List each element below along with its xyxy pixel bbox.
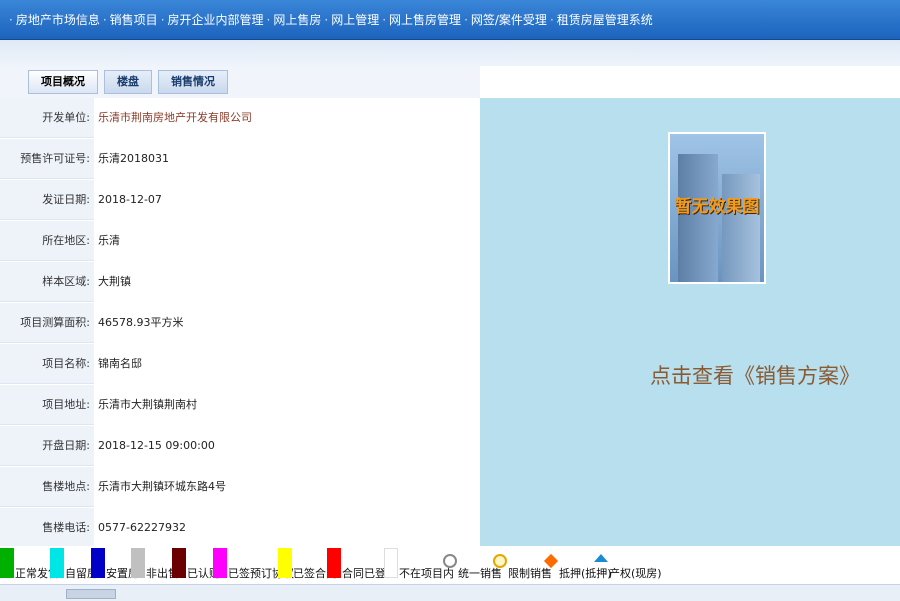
info-value: 乐清市大荆镇环城东路4号 — [98, 480, 226, 493]
nav-item-online-sales-management[interactable]: 网上售房管理 — [389, 11, 461, 28]
info-label: 预售许可证号: — [0, 139, 94, 179]
info-label: 开盘日期: — [0, 426, 94, 466]
project-info-table: 开发单位: 乐清市荆南房地产开发有限公司 预售许可证号: 乐清2018031 发… — [0, 98, 480, 549]
nav-separator: · — [324, 12, 329, 27]
nav-item-developer-internal[interactable]: 房开企业内部管理 — [168, 11, 264, 28]
info-label: 开发单位: — [0, 98, 94, 138]
legend-label: 产权(现房) — [609, 567, 662, 580]
info-label: 售楼电话: — [0, 508, 94, 548]
info-value: 乐清2018031 — [98, 152, 169, 165]
info-value: 锦南名邸 — [98, 357, 142, 370]
scrollbar-thumb[interactable] — [66, 589, 116, 599]
info-value: 2018-12-07 — [98, 193, 162, 206]
info-label: 样本区域: — [0, 262, 94, 302]
info-row-developer: 开发单位: 乐清市荆南房地产开发有限公司 — [0, 98, 480, 139]
nav-item-market-info[interactable]: 房地产市场信息 — [16, 11, 100, 28]
nav-separator: · — [266, 12, 271, 27]
info-label: 项目测算面积: — [0, 303, 94, 343]
no-rendering-caption: 暂无效果图 — [674, 197, 760, 217]
info-row-presale-permit: 预售许可证号: 乐清2018031 — [0, 139, 480, 180]
status-legend: 正常发售 自留房 安置房 非出售 已认购 已签预订协议 已签合同 合同已登记 不… — [0, 546, 900, 584]
nav-separator: · — [382, 12, 387, 27]
info-value: 0577-62227932 — [98, 521, 186, 534]
info-value: 大荆镇 — [98, 275, 131, 288]
legend-swatch — [131, 548, 145, 578]
project-tab-bar: 项目概况 楼盘 销售情况 — [0, 66, 480, 98]
info-label: 项目地址: — [0, 385, 94, 425]
tab-buildings[interactable]: 楼盘 — [104, 70, 152, 94]
legend-label: 限制销售 — [508, 567, 552, 580]
nav-separator: · — [549, 12, 554, 27]
view-sales-plan-link[interactable]: 点击查看《销售方案》 — [650, 360, 860, 390]
nav-separator: · — [9, 12, 13, 27]
nav-item-rental-management[interactable]: 租赁房屋管理系统 — [557, 11, 653, 28]
nav-item-online-management[interactable]: 网上管理 — [331, 11, 379, 28]
legend-swatch — [384, 548, 398, 578]
legend-swatch — [50, 548, 64, 578]
legend-swatch — [91, 548, 105, 578]
nav-item-sales-projects[interactable]: 销售项目 — [110, 11, 158, 28]
info-value: 乐清市荆南房地产开发有限公司 — [98, 111, 252, 124]
info-value: 乐清 — [98, 234, 120, 247]
info-row-sales-phone: 售楼电话: 0577-62227932 — [0, 508, 480, 549]
info-row-measured-area: 项目测算面积: 46578.93平方米 — [0, 303, 480, 344]
info-label: 售楼地点: — [0, 467, 94, 507]
top-navigation-bar: · 房地产市场信息 · 销售项目 · 房开企业内部管理 · 网上售房 · 网上管… — [0, 0, 900, 40]
nav-separator: · — [464, 12, 468, 27]
legend-swatch — [213, 548, 227, 578]
tab-sales-status[interactable]: 销售情况 — [158, 70, 228, 94]
building-shape — [678, 154, 718, 282]
info-row-project-name: 项目名称: 锦南名邸 — [0, 344, 480, 385]
circle-minus-icon — [493, 554, 507, 568]
house-icon — [594, 554, 608, 562]
nav-item-online-sales[interactable]: 网上售房 — [273, 11, 321, 28]
legend-label: 统一销售 — [458, 567, 502, 580]
info-row-opening-date: 开盘日期: 2018-12-15 09:00:00 — [0, 426, 480, 467]
info-row-project-address: 项目地址: 乐清市大荆镇荆南村 — [0, 385, 480, 426]
info-row-region: 所在地区: 乐清 — [0, 221, 480, 262]
legend-label: 抵押(抵押) — [559, 567, 612, 580]
header-spacer — [0, 40, 900, 66]
info-label: 项目名称: — [0, 344, 94, 384]
info-label: 所在地区: — [0, 221, 94, 261]
building-shape — [722, 174, 760, 282]
nav-separator: · — [102, 12, 107, 27]
nav-separator: · — [160, 12, 165, 27]
info-label: 发证日期: — [0, 180, 94, 220]
legend-swatch — [278, 548, 292, 578]
info-value: 2018-12-15 09:00:00 — [98, 439, 215, 452]
info-row-issue-date: 发证日期: 2018-12-07 — [0, 180, 480, 221]
project-preview-panel: 暂无效果图 点击查看《销售方案》 — [480, 98, 900, 546]
horizontal-scrollbar[interactable] — [0, 584, 900, 601]
legend-swatch — [0, 548, 14, 578]
legend-swatch — [327, 548, 341, 578]
legend-swatch — [172, 548, 186, 578]
info-value: 乐清市大荆镇荆南村 — [98, 398, 197, 411]
tab-project-overview[interactable]: 项目概况 — [28, 70, 98, 94]
legend-label: 不在项目内 — [399, 567, 454, 580]
info-row-sales-office: 售楼地点: 乐清市大荆镇环城东路4号 — [0, 467, 480, 508]
project-rendering-image: 暂无效果图 — [668, 132, 766, 284]
info-row-sample-area: 样本区域: 大荆镇 — [0, 262, 480, 303]
info-value: 46578.93平方米 — [98, 316, 184, 329]
nav-item-contract-filing[interactable]: 网签/案件受理 — [471, 11, 547, 28]
circle-letter-icon — [443, 554, 457, 568]
